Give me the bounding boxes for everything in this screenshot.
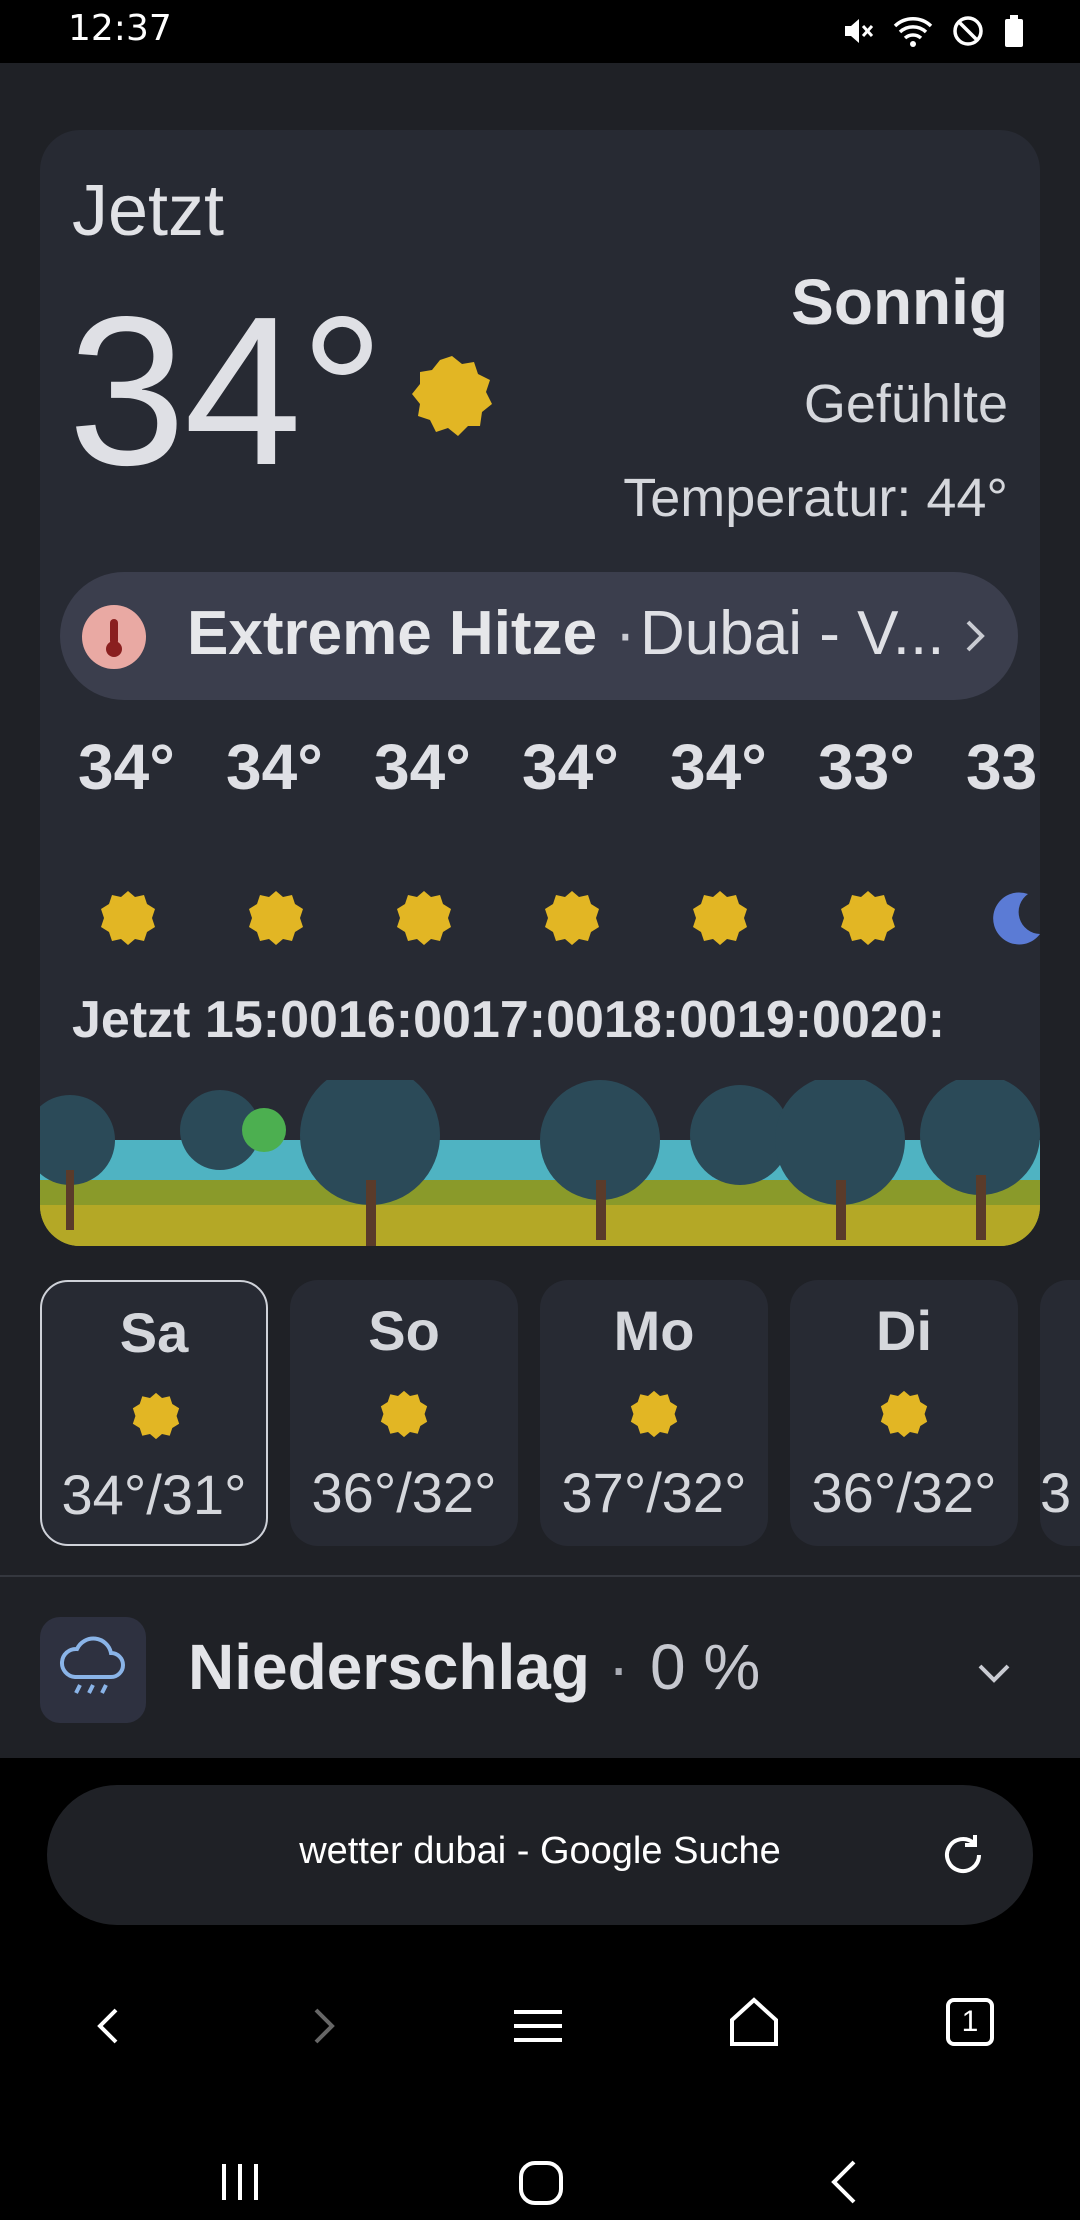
day-card[interactable]: Di 36°/32°: [790, 1280, 1018, 1546]
recent-apps-icon[interactable]: [218, 2160, 262, 2204]
day-temps: 36°/32°: [311, 1461, 497, 1524]
mute-icon: [845, 19, 874, 43]
sun-icon: [545, 891, 599, 945]
day-temps: 37°/32°: [561, 1461, 747, 1524]
sun-icon: [101, 891, 155, 945]
chevron-down-icon[interactable]: [974, 1660, 1014, 1688]
sun-icon: [397, 891, 451, 945]
alert-location: Dubai - V...: [640, 599, 945, 668]
url-text: wetter dubai - Google Suche: [299, 1830, 781, 1872]
hour-temp: 33°: [818, 731, 915, 803]
heat-alert-chip[interactable]: Extreme Hitze · Dubai - V...: [60, 572, 1018, 700]
hour-temp: 34°: [670, 731, 767, 803]
browser-bottom-bar: wetter dubai - Google Suche 1: [0, 1758, 1080, 2220]
url-bar[interactable]: wetter dubai - Google Suche: [47, 1785, 1033, 1925]
do-not-disturb-icon: [953, 16, 983, 46]
day-temps: 34°/31°: [61, 1463, 247, 1526]
alert-title: Extreme Hitze: [187, 599, 598, 668]
hour-temp: 34°: [522, 731, 619, 803]
system-back-icon[interactable]: [826, 2158, 862, 2206]
hour-temp: 33: [966, 731, 1038, 803]
tabs-button[interactable]: 1: [946, 1998, 994, 2046]
sun-icon: [249, 891, 303, 945]
sun-icon: [412, 356, 492, 436]
hour-labels: Jetzt 15:0016:0017:0018:0019:0020:: [72, 991, 946, 1049]
home-icon[interactable]: [728, 1996, 780, 2048]
feels-like-line2: Temperatur: 44°: [623, 468, 1008, 528]
sun-icon: [630, 1390, 678, 1438]
hour-temp: 34°: [78, 731, 175, 803]
day-card-partial[interactable]: 3: [1040, 1280, 1080, 1546]
day-temps: 3: [1040, 1461, 1072, 1524]
weather-card: Jetzt 34° Sonnig Gefühlte Temperatur: 44…: [40, 130, 1040, 1246]
sun-icon: [132, 1392, 180, 1440]
chevron-right-icon: [966, 620, 985, 652]
browser-nav-row: 1: [0, 1988, 1080, 2068]
precipitation-separator: ·: [608, 1631, 630, 1703]
day-name: So: [368, 1299, 440, 1362]
day-temps: 36°/32°: [811, 1461, 997, 1524]
back-icon[interactable]: [90, 2004, 126, 2048]
sun-icon: [693, 891, 747, 945]
home-button-icon[interactable]: [518, 2160, 564, 2206]
precipitation-label[interactable]: Niederschlag: [188, 1630, 590, 1704]
reload-icon[interactable]: [937, 1829, 989, 1881]
hour-temp: 34°: [226, 731, 323, 803]
wifi-icon: [893, 17, 933, 47]
status-time: 12:37: [68, 8, 172, 49]
battery-icon: [1005, 15, 1023, 47]
sun-icon: [841, 891, 895, 945]
weather-scene-illustration: [40, 1080, 1040, 1246]
day-card-selected[interactable]: Sa 34°/31°: [40, 1280, 268, 1546]
sun-icon: [380, 1390, 428, 1438]
current-temperature: 34°: [68, 272, 385, 509]
hour-temp: 34°: [374, 731, 471, 803]
now-label: Jetzt: [72, 171, 225, 251]
day-name: Mo: [613, 1299, 695, 1362]
forward-icon[interactable]: [306, 2004, 342, 2048]
moon-icon: [993, 892, 1040, 945]
sun-icon: [880, 1390, 928, 1438]
status-icons: [841, 14, 1025, 48]
system-nav-bar: [0, 2148, 1080, 2218]
precipitation-value: 0 %: [650, 1631, 761, 1703]
thermometer-icon: [82, 605, 146, 669]
feels-like-line1: Gefühlte: [803, 374, 1008, 434]
rain-cloud-icon: [40, 1617, 146, 1723]
day-name: Di: [876, 1299, 932, 1362]
divider: [0, 1575, 1080, 1577]
status-bar: 12:37: [0, 0, 1080, 63]
day-card[interactable]: Mo 37°/32°: [540, 1280, 768, 1546]
day-name: Sa: [119, 1301, 189, 1364]
condition-text: Sonnig: [791, 266, 1008, 338]
menu-icon[interactable]: [512, 2006, 564, 2046]
day-card[interactable]: So 36°/32°: [290, 1280, 518, 1546]
alert-separator: ·: [615, 599, 636, 668]
tab-count: 1: [961, 2005, 979, 2038]
